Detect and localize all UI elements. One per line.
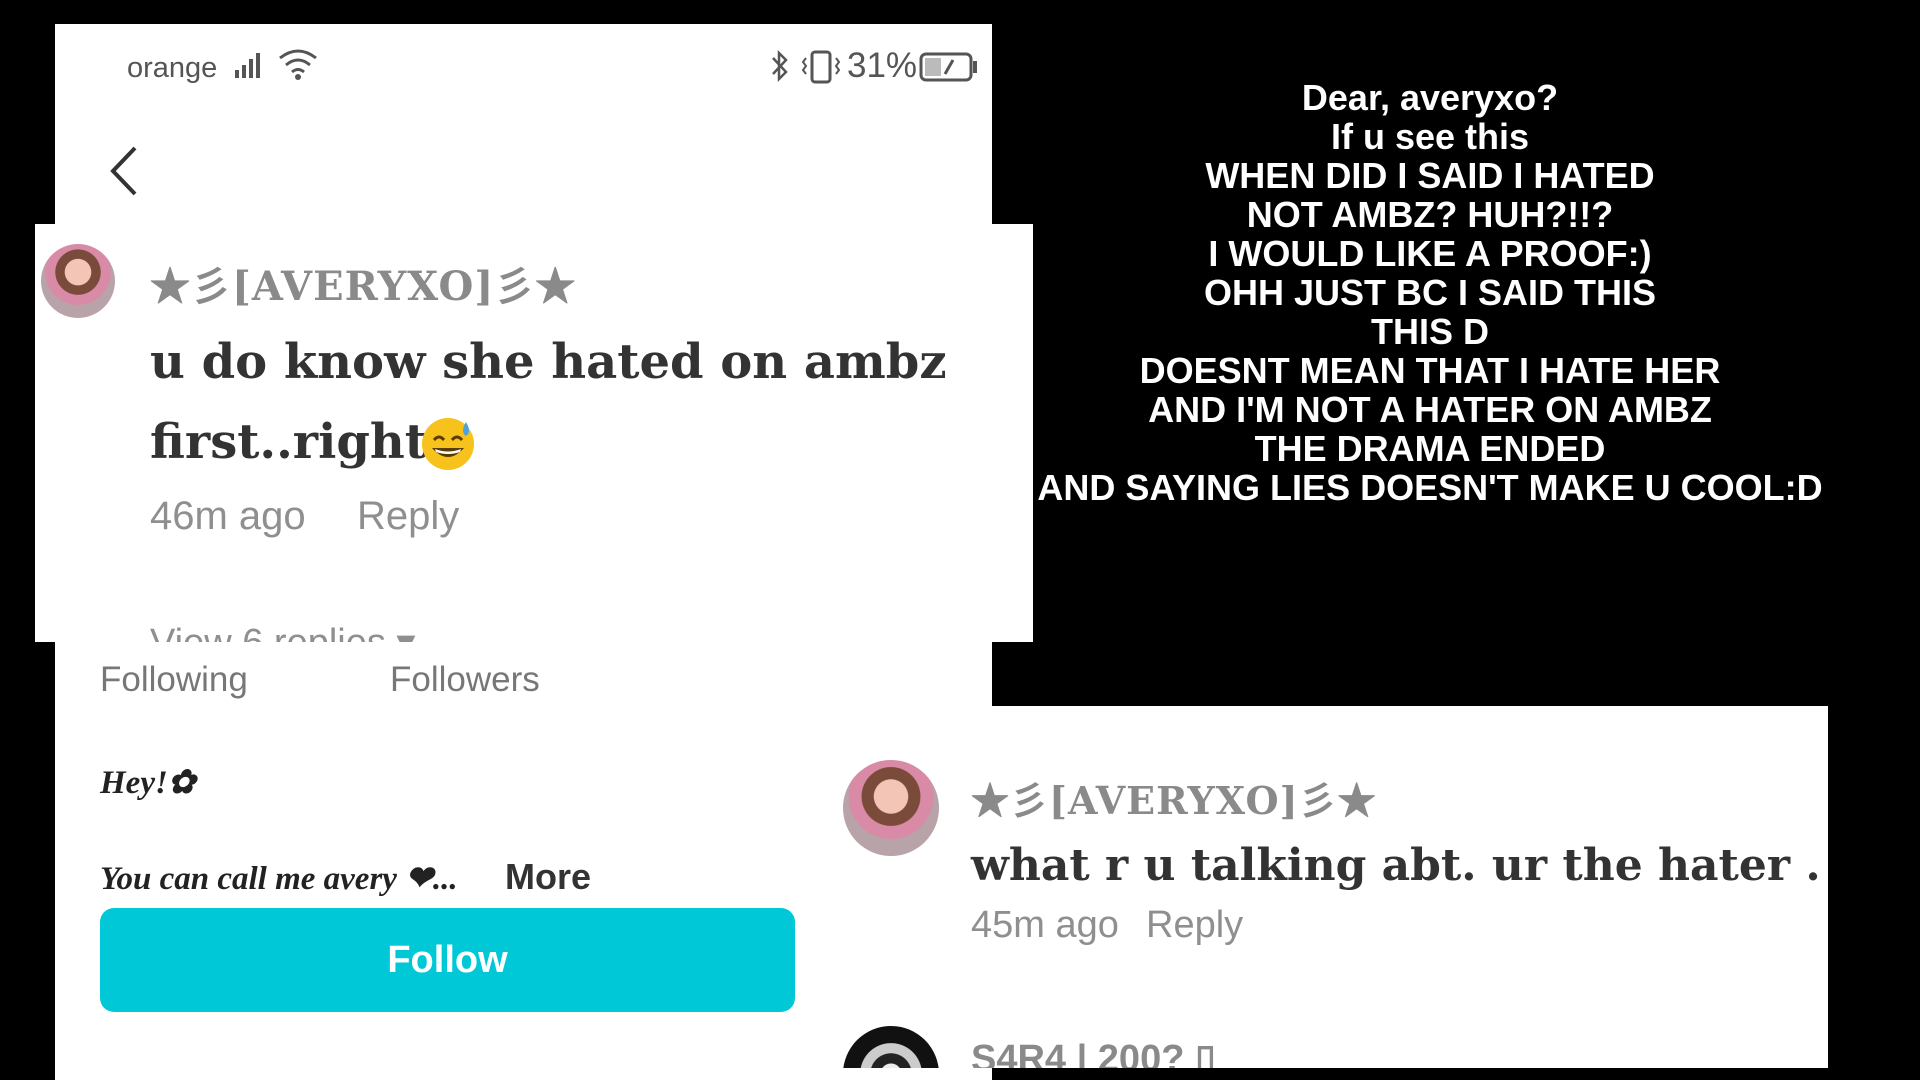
follow-button[interactable]: Follow (100, 908, 795, 1012)
bio-greeting: Hey!✿ (100, 765, 196, 801)
bluetooth-icon (768, 48, 792, 89)
comment-timestamp: 46m ago (150, 494, 306, 538)
message-line: Dear, averyxo? (1301, 77, 1559, 118)
message-text: Dear, averyxo? If u see this WHEN DID I … (1030, 78, 1830, 507)
comment-username[interactable]: ★彡[AVERYXO]彡★ (150, 254, 576, 312)
battery-icon (919, 52, 979, 87)
reply-button[interactable]: Reply (357, 494, 459, 539)
signal-icon (233, 50, 267, 85)
message-line: WHEN DID I SAID I HATED (1205, 155, 1655, 196)
comment-card: ★彡[AVERYXO]彡★ what r u talking abt. ur t… (843, 706, 1828, 1068)
view-replies-link[interactable]: View 6 replies ▾ (150, 620, 416, 642)
vibrate-icon (800, 50, 842, 89)
battery-percent: 31% (847, 46, 918, 85)
comment-username[interactable]: ★彡[AVERYXO]彡★ (971, 770, 1377, 825)
message-line: THIS D (1370, 311, 1489, 352)
carrier-name: orange (127, 52, 218, 84)
comment-username[interactable]: S4R4 | 200? ▯ (971, 1036, 1216, 1068)
message-line: NOT AMBZ? HUH?!!? (1246, 194, 1614, 235)
followers-label[interactable]: Followers (390, 660, 540, 700)
message-line: DOESNT MEAN THAT I HATE HER (1139, 350, 1721, 391)
message-line: THE DRAMA ENDED (1254, 428, 1606, 469)
reply-button[interactable]: Reply (1146, 904, 1243, 947)
avatar[interactable] (843, 760, 939, 856)
comment-card: ★彡[AVERYXO]彡★ u do know she hated on amb… (35, 224, 1033, 642)
message-line: OHH JUST BC I SAID THIS (1203, 272, 1657, 313)
bio-text: You can call me avery ❤... (100, 861, 458, 897)
message-line: AND SAYING LIES DOESN'T MAKE U COOL:D (1037, 467, 1823, 508)
wifi-icon (277, 46, 319, 87)
comment-text-line1: u do know she hated on ambz (150, 334, 947, 390)
avatar[interactable] (41, 244, 115, 318)
comment-timestamp: 45m ago (971, 904, 1119, 946)
back-chevron-icon[interactable] (105, 144, 145, 203)
message-line: If u see this (1330, 116, 1530, 157)
message-line: I WOULD LIKE A PROOF:) (1208, 233, 1652, 274)
comment-text-line2: first..right (150, 414, 427, 470)
avatar[interactable] (843, 1026, 939, 1068)
status-bar: orange 31% (55, 24, 992, 104)
grinning-sweat-emoji-icon (420, 416, 476, 477)
following-label[interactable]: Following (100, 660, 248, 700)
bio-more-link[interactable]: More (505, 856, 591, 898)
message-line: AND I'M NOT A HATER ON AMBZ (1148, 389, 1712, 430)
comment-text: what r u talking abt. ur the hater . (971, 840, 1821, 891)
